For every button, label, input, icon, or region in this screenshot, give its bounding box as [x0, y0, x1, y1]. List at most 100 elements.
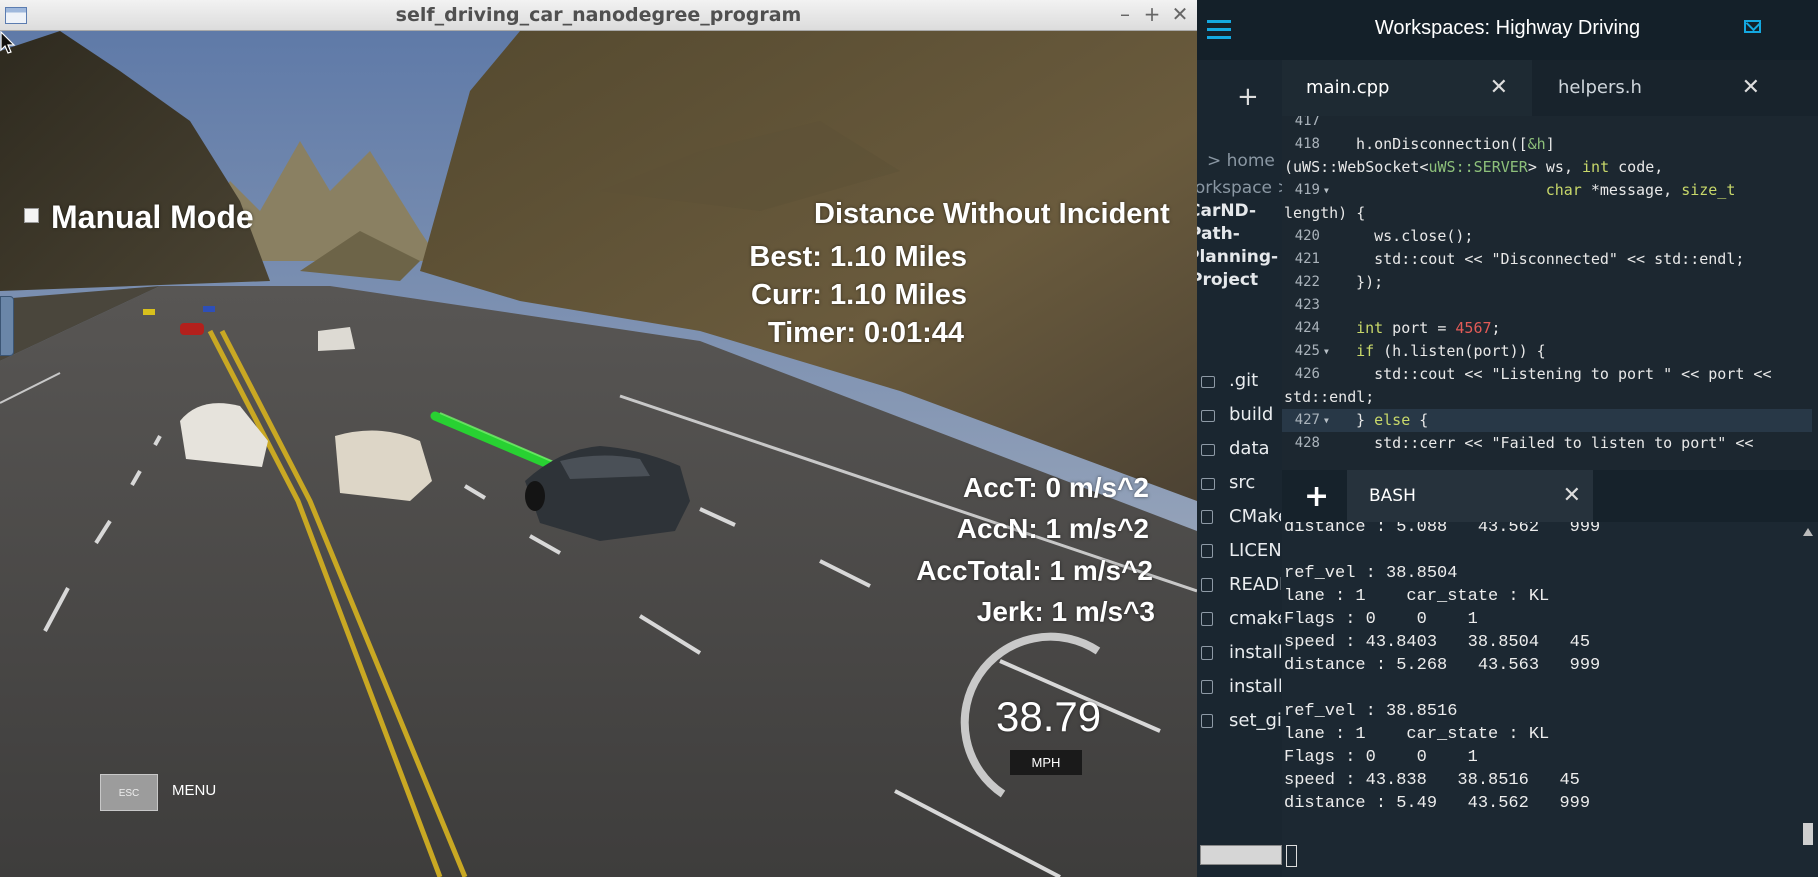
code-line[interactable]: (uWS::WebSocket<uWS::SERVER> ws, int cod…: [1282, 156, 1812, 179]
code-line[interactable]: 421 std::cout << "Disconnected" << std::…: [1282, 248, 1812, 271]
tree-item-label: install-mac.sh: [1229, 642, 1281, 663]
code-line[interactable]: 418 h.onDisconnection([&h]: [1282, 133, 1812, 156]
code-text: (uWS::WebSocket<uWS::SERVER> ws, int cod…: [1284, 158, 1664, 176]
code-line[interactable]: 423: [1282, 294, 1812, 317]
folder-icon: [1201, 444, 1215, 456]
fold-arrow-icon[interactable]: ▼: [1324, 179, 1329, 202]
terminal-panel: + BASH ✕ distance : 5.088 43.562 999 ref_…: [1282, 470, 1818, 877]
new-terminal-button[interactable]: +: [1304, 479, 1329, 514]
tab-helpers-h[interactable]: helpers.h ✕: [1534, 60, 1784, 116]
project-name-line: Path-: [1197, 224, 1240, 244]
distance-title: Distance Without Incident: [814, 198, 1170, 230]
tree-file[interactable]: README.md: [1201, 572, 1281, 602]
esc-button[interactable]: ESC: [100, 774, 158, 811]
tree-file[interactable]: CMakeLists.txt: [1201, 504, 1281, 534]
mouse-cursor-icon: [0, 31, 16, 54]
tree-file[interactable]: LICENSE: [1201, 538, 1281, 568]
code-text: int port = 4567;: [1356, 319, 1501, 337]
workspace-header: Workspaces: Highway Driving: [1197, 0, 1818, 60]
close-terminal-icon[interactable]: ✕: [1563, 470, 1581, 522]
add-file-button[interactable]: +: [1237, 84, 1259, 110]
terminal-line: ref_vel : 38.8504: [1284, 564, 1458, 583]
line-number: 422: [1294, 274, 1320, 290]
simulator-scene[interactable]: Manual Mode Distance Without Incident Be…: [0, 31, 1197, 877]
breadcrumb-home[interactable]: > home >: [1207, 148, 1282, 175]
project-name[interactable]: CarND- Path- Planning- Project: [1197, 200, 1282, 292]
terminal-line: distance : 5.49 43.562 999: [1284, 794, 1591, 813]
tree-item-label: LICENSE: [1229, 540, 1281, 561]
tree-item-label: data: [1229, 438, 1270, 459]
code-text: ws.close();: [1338, 227, 1474, 245]
tab-main-cpp[interactable]: main.cpp ✕: [1282, 60, 1532, 116]
line-number: 426: [1294, 366, 1320, 382]
close-tab-icon[interactable]: ✕: [1490, 60, 1508, 116]
tree-folder[interactable]: build: [1201, 402, 1281, 432]
folder-icon: [1201, 478, 1215, 490]
line-number: 420: [1294, 228, 1320, 244]
file-icon: [1201, 612, 1213, 626]
tree-folder[interactable]: data: [1201, 436, 1281, 466]
code-line[interactable]: 420 ws.close();: [1282, 225, 1812, 248]
tree-item-label: CMakeLists.txt: [1229, 506, 1281, 527]
maximize-button[interactable]: +: [1141, 3, 1163, 25]
breadcrumb-workspace[interactable]: workspace >: [1197, 175, 1282, 202]
scroll-thumb: [1803, 823, 1813, 845]
tab-bash[interactable]: BASH ✕: [1347, 470, 1593, 522]
close-tab-icon[interactable]: ✕: [1742, 60, 1760, 116]
code-line[interactable]: 425 ▼ if (h.listen(port)) {: [1282, 340, 1812, 363]
line-number: 427: [1294, 412, 1320, 428]
code-line[interactable]: 419 ▼ char *message, size_t: [1282, 179, 1812, 202]
mail-icon[interactable]: [1744, 20, 1761, 33]
code-area[interactable]: 417418 h.onDisconnection([&h](uWS::WebSo…: [1282, 116, 1818, 470]
terminal-scrollbar[interactable]: [1801, 525, 1815, 875]
file-icon: [1201, 510, 1213, 524]
code-text: std::cout << "Disconnected" << std::endl…: [1338, 250, 1745, 268]
code-line[interactable]: 426 std::cout << "Listening to port " <<…: [1282, 363, 1812, 386]
file-icon: [1201, 714, 1213, 728]
tab-label: helpers.h: [1558, 77, 1642, 98]
line-number: 428: [1294, 435, 1320, 451]
menu-label[interactable]: MENU: [172, 782, 216, 799]
line-number: 418: [1294, 136, 1320, 152]
project-name-line: Planning-: [1197, 247, 1279, 267]
terminal-output[interactable]: distance : 5.088 43.562 999 ref_vel : 38.…: [1282, 522, 1818, 877]
code-line[interactable]: 427 ▼ } else {: [1282, 409, 1812, 432]
line-number: 425: [1294, 343, 1320, 359]
code-line[interactable]: 417: [1282, 116, 1812, 133]
tree-file[interactable]: install-ubuntu.sh: [1201, 674, 1281, 704]
manual-mode-label: Manual Mode: [51, 199, 254, 235]
line-number: 423: [1294, 297, 1320, 313]
terminal-line: lane : 1 car_state : KL: [1284, 725, 1550, 744]
tree-file[interactable]: install-mac.sh: [1201, 640, 1281, 670]
tree-item-label: README.md: [1229, 574, 1281, 595]
code-line[interactable]: std::endl;: [1282, 386, 1812, 409]
minimize-button[interactable]: –: [1114, 3, 1136, 25]
line-number: 417: [1294, 116, 1320, 129]
workspace-title: Workspaces: Highway Driving: [1374, 17, 1641, 39]
manual-mode-checkbox[interactable]: [24, 208, 39, 223]
code-line[interactable]: 428 std::cerr << "Failed to listen to po…: [1282, 432, 1812, 455]
simulator-titlebar[interactable]: self_driving_car_nanodegree_program – + …: [0, 0, 1197, 31]
best-distance: Best: 1.10 Miles: [749, 241, 967, 273]
tree-item-label: cmakepatch.txt: [1229, 608, 1281, 629]
code-line[interactable]: 424 int port = 4567;: [1282, 317, 1812, 340]
tree-item-label: src: [1229, 472, 1256, 493]
tree-file[interactable]: cmakepatch.txt: [1201, 606, 1281, 636]
terminal-line: distance : 5.088 43.562 999: [1284, 522, 1601, 537]
close-window-button[interactable]: ✕: [1169, 3, 1191, 25]
terminal-line: Flags : 0 0 1: [1284, 610, 1478, 629]
tree-folder[interactable]: src: [1201, 470, 1281, 500]
tree-folder[interactable]: .git: [1201, 368, 1281, 398]
side-panel-handle[interactable]: [0, 296, 14, 356]
code-line[interactable]: length) {: [1282, 202, 1812, 225]
code-line[interactable]: 422 });: [1282, 271, 1812, 294]
window-title: self_driving_car_nanodegree_program: [395, 4, 802, 26]
folder-icon: [1201, 376, 1215, 388]
horizontal-scrollbar[interactable]: [1200, 845, 1282, 865]
workspace-panel: Workspaces: Highway Driving + > home > w…: [1197, 0, 1818, 877]
terminal-line: Flags : 0 0 1: [1284, 748, 1478, 767]
fold-arrow-icon[interactable]: ▼: [1324, 340, 1329, 363]
fold-arrow-icon[interactable]: ▼: [1324, 409, 1329, 432]
tree-file[interactable]: set_git.sh: [1201, 708, 1281, 738]
scroll-up-icon: [1803, 528, 1813, 536]
